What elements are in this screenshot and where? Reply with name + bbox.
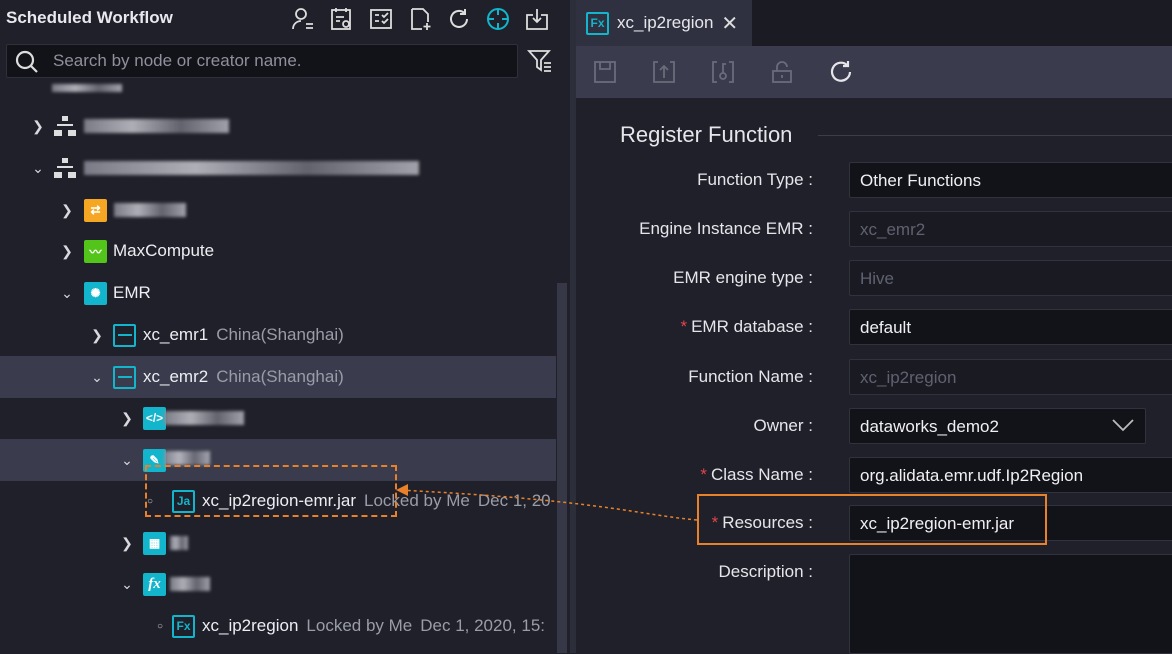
connector-arrow	[396, 484, 698, 521]
